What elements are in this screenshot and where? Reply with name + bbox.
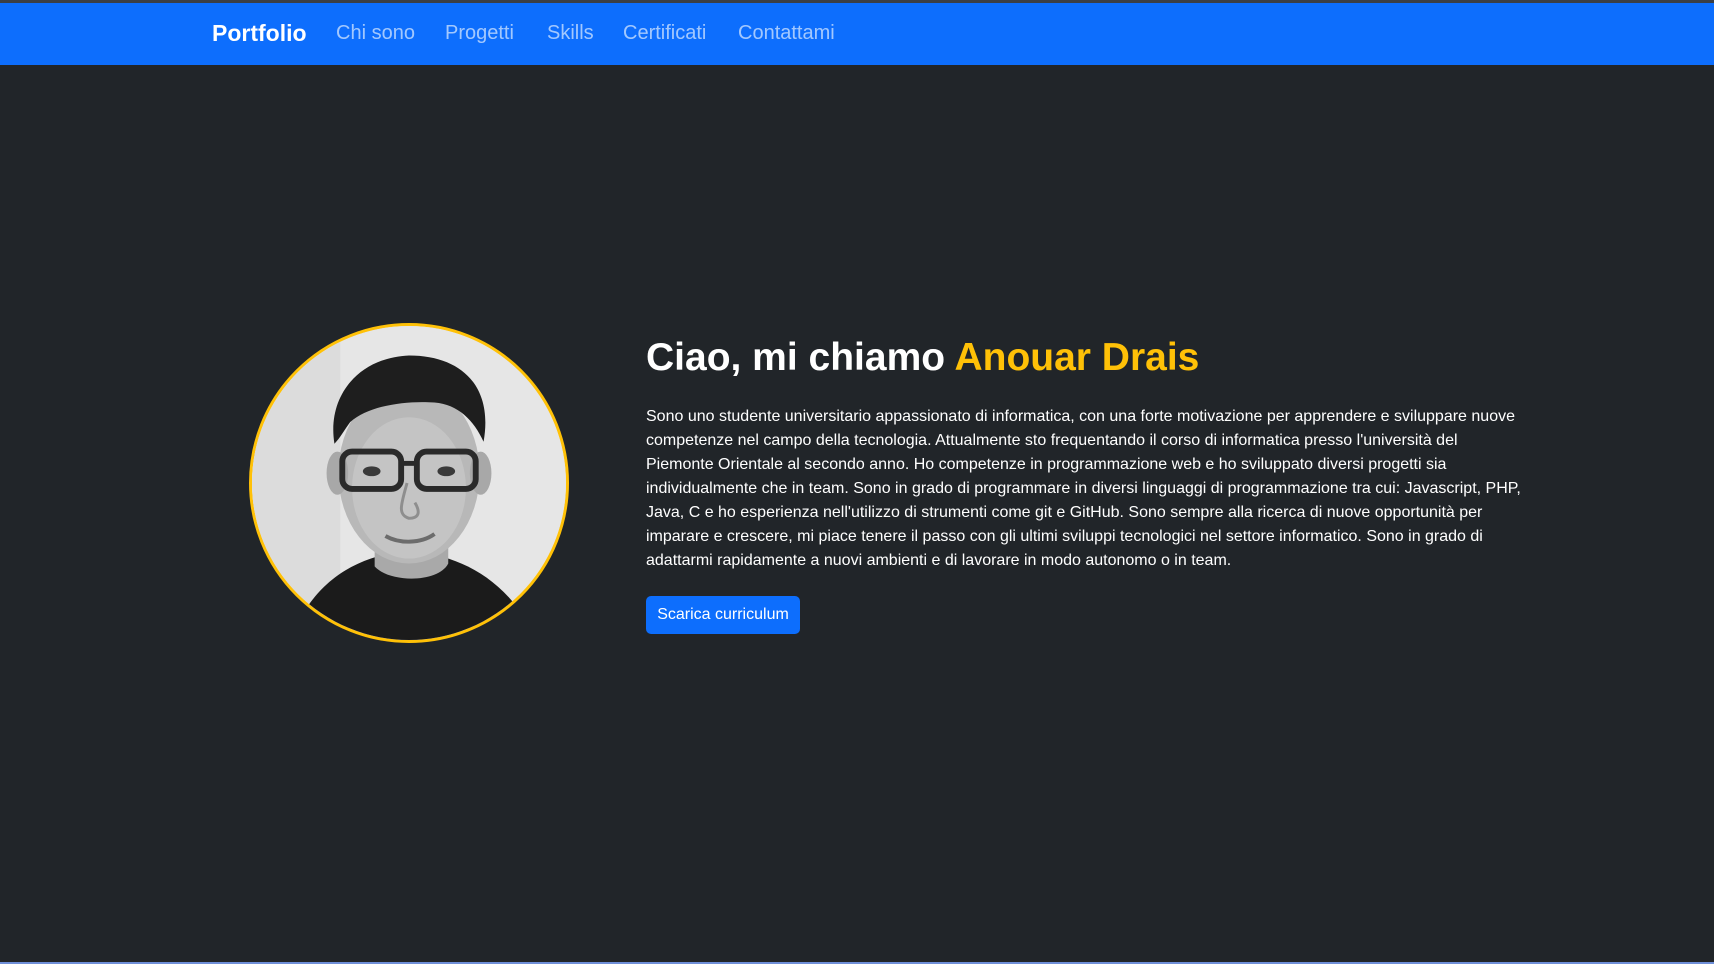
profile-photo-illustration [252,326,566,640]
navbar-brand[interactable]: Portfolio [212,20,307,47]
hero-bio: Sono uno studente universitario appassio… [646,408,1521,569]
navbar: Portfolio Chi sono Progetti Skills Certi… [0,0,1714,65]
nav-link-contattami[interactable]: Contattami [738,22,835,45]
hero-name: Anouar Drais [954,336,1200,379]
profile-photo [249,323,569,643]
nav-link-progetti[interactable]: Progetti [445,22,514,45]
nav-link-chi-sono[interactable]: Chi sono [336,22,415,45]
nav-link-skills[interactable]: Skills [547,22,594,45]
download-cv-button[interactable]: Scarica curriculum [646,596,800,634]
page: Portfolio Chi sono Progetti Skills Certi… [0,0,1714,964]
nav-link-certificati[interactable]: Certificati [623,22,706,45]
hero-greeting: Ciao, mi chiamo [646,336,946,379]
hero-heading: Ciao, mi chiamo Anouar Drais [646,334,1199,382]
